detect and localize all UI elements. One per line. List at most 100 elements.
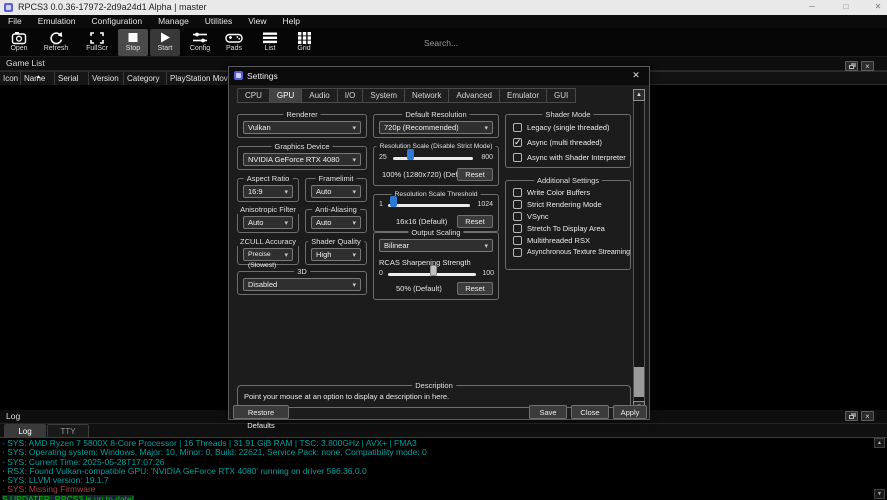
anisotropic-filter-select[interactable]: Auto [243, 216, 293, 229]
resolution-scale-reset-button[interactable]: Reset [457, 168, 493, 181]
tab-gpu[interactable]: GPU [270, 88, 302, 103]
output-scaling-select[interactable]: Bilinear [379, 239, 493, 252]
float-icon [849, 65, 854, 69]
menu-file[interactable]: File [0, 15, 30, 28]
checkbox-multithreaded-rsx[interactable]: Multithreaded RSX [513, 235, 590, 246]
rcas-value: 50% (Default) [396, 284, 442, 293]
menu-manage[interactable]: Manage [150, 15, 197, 28]
rcas-slider[interactable] [388, 269, 476, 280]
column-header-icon[interactable]: Icon [0, 72, 21, 86]
checkbox-icon[interactable] [513, 123, 522, 132]
tab-log[interactable]: Log [4, 424, 46, 437]
rcas-slider-handle[interactable] [430, 265, 437, 276]
settings-close-icon[interactable]: ✕ [629, 67, 643, 85]
settings-scrollbar-track[interactable] [633, 89, 645, 413]
config-button[interactable]: Config [184, 29, 216, 56]
resolution-scale-slider[interactable] [393, 153, 473, 164]
restore-defaults-button[interactable]: Restore Defaults [233, 405, 289, 419]
threshold-slider-handle[interactable] [390, 196, 397, 207]
checkbox-async-texture-streaming[interactable]: Asynchronous Texture Streaming [513, 247, 630, 258]
stop-icon [125, 31, 141, 45]
settings-titlebar[interactable]: Settings ✕ [229, 67, 649, 85]
log-tabbar: Log TTY [0, 424, 887, 437]
apply-button[interactable]: Apply [613, 405, 647, 419]
tab-emulator[interactable]: Emulator [500, 88, 547, 103]
zcull-accuracy-select[interactable]: Precise (Slowest) [243, 248, 293, 261]
checkbox-write-color-buffers[interactable]: Write Color Buffers [513, 187, 590, 198]
column-header-name[interactable]: ▲Name [21, 72, 55, 86]
grid-view-button[interactable]: Grid [290, 29, 318, 56]
menu-utilities[interactable]: Utilities [197, 15, 240, 28]
resolution-scale-slider-handle[interactable] [407, 149, 414, 160]
tab-audio[interactable]: Audio [302, 88, 337, 103]
stop-button[interactable]: Stop [118, 29, 148, 56]
checkbox-icon[interactable] [513, 212, 522, 221]
minimize-button[interactable]: ─ [802, 0, 822, 15]
start-button[interactable]: Start [150, 29, 180, 56]
threshold-slider[interactable] [388, 200, 470, 211]
game-list-float-button[interactable] [845, 61, 858, 71]
threshold-value: 16x16 (Default) [396, 217, 447, 226]
default-resolution-select[interactable]: 720p (Recommended) [379, 121, 493, 134]
menu-view[interactable]: View [240, 15, 274, 28]
checkbox-icon[interactable] [513, 236, 522, 245]
tab-advanced[interactable]: Advanced [449, 88, 500, 103]
scroll-up-icon[interactable]: ▲ [633, 89, 645, 101]
shader-mode-group: Shader Mode Legacy (single threaded) Asy… [505, 114, 631, 168]
save-button[interactable]: Save [529, 405, 567, 419]
maximize-button[interactable]: □ [836, 0, 856, 15]
additional-settings-group: Additional Settings Write Color Buffers … [505, 180, 631, 270]
checkbox-legacy-single-threaded[interactable]: Legacy (single threaded) [513, 122, 610, 133]
pads-icon [225, 31, 243, 45]
checkbox-vsync[interactable]: VSync [513, 211, 549, 222]
renderer-select[interactable]: Vulkan [243, 121, 361, 134]
framelimit-select[interactable]: Auto [311, 185, 361, 198]
checkbox-stretch-to-display-area[interactable]: Stretch To Display Area [513, 223, 605, 234]
column-header-serial[interactable]: Serial [55, 72, 89, 86]
aspect-ratio-select[interactable]: 16:9 [243, 185, 293, 198]
tab-gui[interactable]: GUI [547, 88, 576, 103]
tab-io[interactable]: I/O [338, 88, 364, 103]
log-scroll-down-button[interactable]: ▼ [874, 489, 885, 499]
pads-button[interactable]: Pads [220, 29, 248, 56]
close-button[interactable]: Close [571, 405, 609, 419]
checkbox-checked-icon[interactable] [513, 138, 522, 147]
checkbox-strict-rendering-mode[interactable]: Strict Rendering Mode [513, 199, 602, 210]
log-close-button[interactable]: × [861, 411, 874, 421]
anti-aliasing-select[interactable]: Auto [311, 216, 361, 229]
checkbox-icon[interactable] [513, 200, 522, 209]
threshold-reset-button[interactable]: Reset [457, 215, 493, 228]
tab-system[interactable]: System [363, 88, 405, 103]
checkbox-async-shader-interpreter[interactable]: Async with Shader Interpreter [513, 152, 626, 163]
refresh-button[interactable]: Refresh [38, 29, 74, 56]
log-output[interactable]: · SYS: AMD Ryzen 7 5800X 8-Core Processo… [0, 437, 887, 500]
checkbox-icon[interactable] [513, 248, 522, 257]
game-list-close-button[interactable]: × [861, 61, 874, 71]
menu-help[interactable]: Help [274, 15, 307, 28]
checkbox-async-multi-threaded[interactable]: Async (multi threaded) [513, 137, 602, 148]
close-button[interactable]: ✕ [868, 0, 887, 15]
fullscreen-button[interactable]: FullScr [80, 29, 114, 56]
menu-configuration[interactable]: Configuration [84, 15, 151, 28]
menubar: File Emulation Configuration Manage Util… [0, 15, 887, 28]
column-header-version[interactable]: Version [89, 72, 124, 86]
search-input[interactable]: Search... [424, 38, 458, 48]
settings-scrollbar-thumb[interactable] [634, 367, 644, 397]
checkbox-icon[interactable] [513, 153, 522, 162]
checkbox-icon[interactable] [513, 224, 522, 233]
log-scroll-up-button[interactable]: ▲ [874, 438, 885, 448]
tab-tty[interactable]: TTY [47, 424, 89, 437]
resolution-scale-min: 25 [379, 152, 387, 163]
open-button[interactable]: Open [4, 29, 34, 56]
tab-network[interactable]: Network [405, 88, 449, 103]
checkbox-icon[interactable] [513, 188, 522, 197]
rcas-reset-button[interactable]: Reset [457, 282, 493, 295]
tab-cpu[interactable]: CPU [237, 88, 270, 103]
stereo-3d-select[interactable]: Disabled [243, 278, 361, 291]
column-header-category[interactable]: Category [124, 72, 167, 86]
shader-quality-select[interactable]: High [311, 248, 361, 261]
menu-emulation[interactable]: Emulation [30, 15, 84, 28]
list-view-button[interactable]: List [256, 29, 284, 56]
log-float-button[interactable] [845, 411, 858, 421]
graphics-device-select[interactable]: NVIDIA GeForce RTX 4080 [243, 153, 361, 166]
